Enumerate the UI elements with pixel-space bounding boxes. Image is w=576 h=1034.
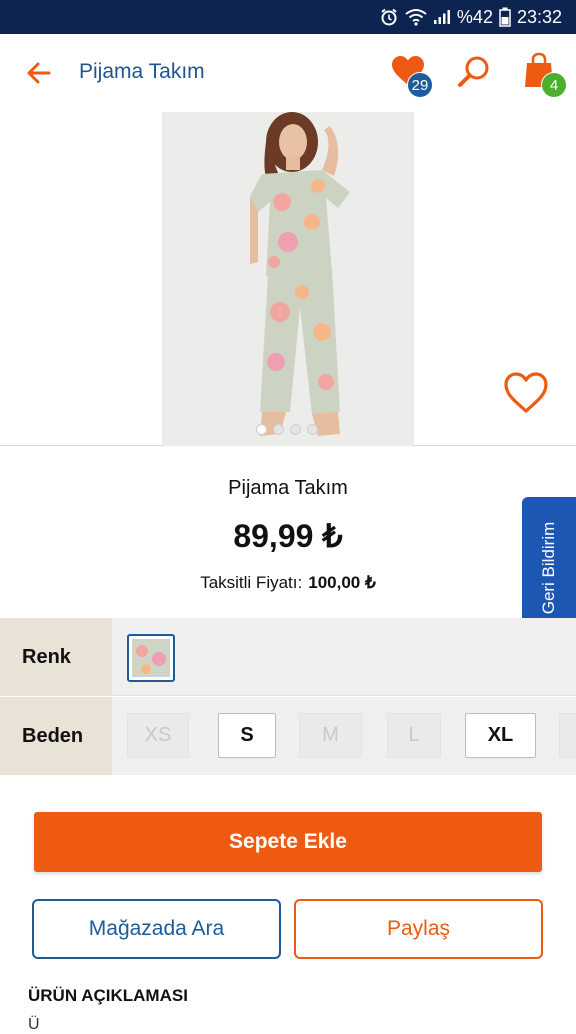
wifi-icon xyxy=(405,8,427,26)
product-description-text: Ü xyxy=(28,1016,40,1033)
product-price: 89,99 ₺ xyxy=(233,518,343,554)
page-title: Pijama Takım xyxy=(79,60,205,83)
status-right: %42 23:32 xyxy=(379,0,562,34)
gallery-pagination xyxy=(256,424,318,435)
back-arrow-icon[interactable] xyxy=(22,56,56,90)
search-in-store-button[interactable]: Mağazada Ara xyxy=(32,899,281,959)
share-button[interactable]: Paylaş xyxy=(294,899,543,959)
app-bar: Pijama Takım xyxy=(0,34,576,112)
color-swatch-selected[interactable] xyxy=(127,634,175,682)
size-xl-button[interactable]: XL xyxy=(465,713,536,758)
size-l-button: L xyxy=(387,713,441,758)
add-to-cart-button[interactable]: Sepete Ekle xyxy=(34,812,542,872)
status-bar: %42 23:32 xyxy=(0,0,576,34)
cart-count-badge: 4 xyxy=(541,72,567,98)
feedback-tab[interactable]: Geri Bildirim xyxy=(522,497,576,638)
color-option-row: Renk xyxy=(0,618,576,696)
product-gallery[interactable] xyxy=(0,112,576,446)
size-label: Beden xyxy=(0,697,112,775)
feedback-label: Geri Bildirim xyxy=(539,521,558,614)
installment-price: 100,00 ₺ xyxy=(308,573,376,592)
size-m-button: M xyxy=(299,713,362,758)
product-name: Pijama Takım xyxy=(228,477,348,499)
color-swatch-image xyxy=(132,639,170,677)
add-to-favorites-heart-icon[interactable] xyxy=(503,371,549,415)
color-label: Renk xyxy=(0,618,112,696)
size-next-button-partial[interactable] xyxy=(559,713,576,758)
favorites-count-badge: 29 xyxy=(407,72,433,98)
gallery-dot[interactable] xyxy=(273,424,284,435)
alarm-icon xyxy=(379,7,399,27)
clock-time: 23:32 xyxy=(516,6,562,27)
installment-label: Taksitli Fiyatı: xyxy=(200,573,303,592)
product-info: Pijama Takım 89,99 ₺ Taksitli Fiyatı: 100… xyxy=(0,447,576,617)
battery-icon xyxy=(499,7,511,27)
size-xs-button: XS xyxy=(127,713,189,758)
gallery-dot[interactable] xyxy=(290,424,301,435)
gallery-dot-active[interactable] xyxy=(256,424,267,435)
product-photo[interactable] xyxy=(162,112,414,446)
size-s-button[interactable]: S xyxy=(218,713,276,758)
battery-label: %42 xyxy=(456,6,493,27)
installment-price-line: Taksitli Fiyatı: 100,00 ₺ xyxy=(0,573,576,593)
signal-icon xyxy=(433,9,451,25)
product-description-heading: ÜRÜN AÇIKLAMASI xyxy=(28,986,188,1005)
search-icon[interactable] xyxy=(456,54,496,94)
size-option-row: Beden XS S M L XL xyxy=(0,697,576,775)
gallery-dot[interactable] xyxy=(307,424,318,435)
